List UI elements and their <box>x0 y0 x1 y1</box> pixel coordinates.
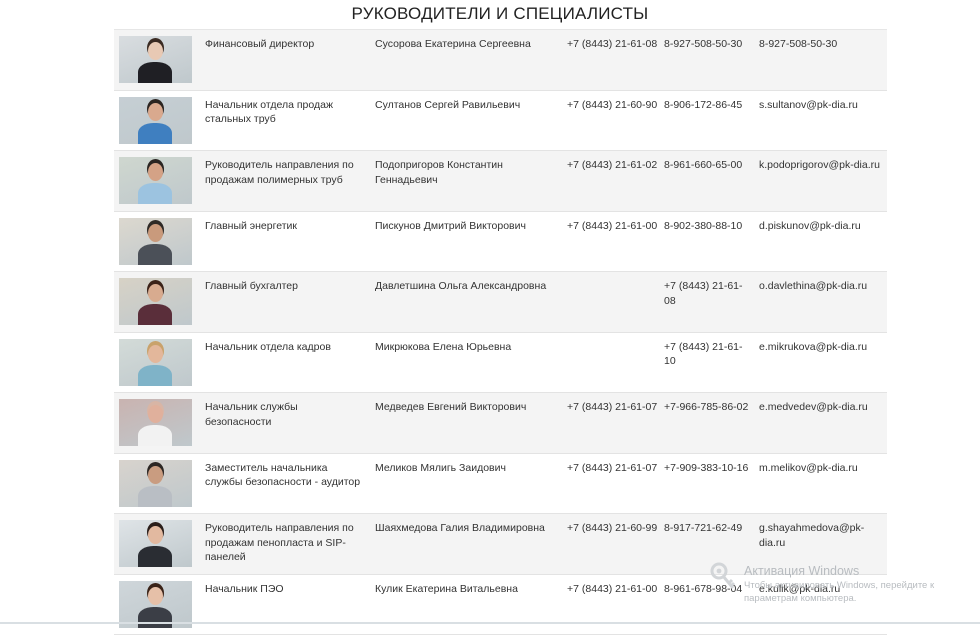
employee-mobile-phone: +7 (8443) 21-61-10 <box>664 340 754 369</box>
employee-photo <box>119 36 192 83</box>
employee-email[interactable]: e.medvedev@pk-dia.ru <box>759 400 884 415</box>
employee-photo <box>119 278 192 325</box>
employee-mobile-phone: 8-906-172-86-45 <box>664 98 754 113</box>
employee-name: Микрюкова Елена Юрьевна <box>375 340 560 355</box>
photo-head-shape <box>148 587 163 605</box>
page-title: РУКОВОДИТЕЛИ И СПЕЦИАЛИСТЫ <box>0 4 980 24</box>
employee-name: Сусорова Екатерина Сергеевна <box>375 37 560 52</box>
employee-office-phone: +7 (8443) 21-61-07 <box>567 400 663 415</box>
staff-row: Главный бухгалтер Давлетшина Ольга Алекс… <box>114 272 887 333</box>
photo-head-shape <box>148 103 163 121</box>
employee-mobile-phone: +7-966-785-86-02 <box>664 400 754 415</box>
photo-torso-shape <box>138 244 172 265</box>
employee-position: Главный бухгалтер <box>205 279 363 294</box>
staff-row: Главный энергетик Пискунов Дмитрий Викто… <box>114 212 887 273</box>
employee-name: Медведев Евгений Викторович <box>375 400 560 415</box>
employee-email[interactable]: e.mikrukova@pk-dia.ru <box>759 340 884 355</box>
employee-email[interactable]: g.shayahmedova@pk-dia.ru <box>759 521 884 550</box>
employee-photo <box>119 399 192 446</box>
photo-torso-shape <box>138 486 172 507</box>
employee-photo <box>119 460 192 507</box>
employee-name: Подопригоров Константин Геннадьевич <box>375 158 560 187</box>
employee-position: Начальник отдела продаж стальных труб <box>205 98 363 127</box>
key-watermark-icon <box>708 560 738 592</box>
employee-email[interactable]: 8-927-508-50-30 <box>759 37 884 52</box>
employee-mobile-phone: 8-961-660-65-00 <box>664 158 754 173</box>
employee-photo <box>119 520 192 567</box>
page-bottom-border <box>0 622 980 624</box>
photo-head-shape <box>148 405 163 423</box>
employee-photo <box>119 339 192 386</box>
watermark-title: Активация Windows <box>744 563 980 579</box>
employee-mobile-phone: 8-917-721-62-49 <box>664 521 754 536</box>
employee-office-phone: +7 (8443) 21-61-07 <box>567 461 663 476</box>
employee-name: Кулик Екатерина Витальевна <box>375 582 560 597</box>
employee-email[interactable]: s.sultanov@pk-dia.ru <box>759 98 884 113</box>
windows-activation-watermark: Активация Windows Чтобы активировать Win… <box>744 563 980 605</box>
staff-row: Финансовый директор Сусорова Екатерина С… <box>114 30 887 91</box>
staff-row: Начальник отдела продаж стальных труб Су… <box>114 91 887 152</box>
employee-photo <box>119 581 192 628</box>
employee-position: Начальник службы безопасности <box>205 400 363 429</box>
photo-head-shape <box>148 42 163 60</box>
staff-row: Начальник службы безопасности Медведев Е… <box>114 393 887 454</box>
employee-position: Заместитель начальника службы безопаснос… <box>205 461 363 490</box>
employee-office-phone: +7 (8443) 21-60-99 <box>567 521 663 536</box>
photo-head-shape <box>148 466 163 484</box>
photo-torso-shape <box>138 304 172 325</box>
employee-email[interactable]: d.piskunov@pk-dia.ru <box>759 219 884 234</box>
employee-mobile-phone: 8-927-508-50-30 <box>664 37 754 52</box>
photo-head-shape <box>148 163 163 181</box>
employee-position: Руководитель направления по продажам пен… <box>205 521 363 565</box>
photo-head-shape <box>148 526 163 544</box>
staff-row: Руководитель направления по продажам пол… <box>114 151 887 212</box>
employee-mobile-phone: +7 (8443) 21-61-08 <box>664 279 754 308</box>
employee-email[interactable]: m.melikov@pk-dia.ru <box>759 461 884 476</box>
photo-head-shape <box>148 224 163 242</box>
employee-office-phone: +7 (8443) 21-61-08 <box>567 37 663 52</box>
employee-name: Меликов Мялигь Заидович <box>375 461 560 476</box>
employee-name: Шаяхмедова Галия Владимировна <box>375 521 560 536</box>
photo-head-shape <box>148 345 163 363</box>
photo-torso-shape <box>138 425 172 446</box>
employee-office-phone: +7 (8443) 21-61-02 <box>567 158 663 173</box>
employee-position: Руководитель направления по продажам пол… <box>205 158 363 187</box>
photo-head-shape <box>148 284 163 302</box>
employee-office-phone: +7 (8443) 21-61-00 <box>567 219 663 234</box>
employee-photo <box>119 157 192 204</box>
employee-position: Главный энергетик <box>205 219 363 234</box>
photo-torso-shape <box>138 546 172 567</box>
employee-name: Давлетшина Ольга Александровна <box>375 279 560 294</box>
staff-row: Начальник отдела кадров Микрюкова Елена … <box>114 333 887 394</box>
watermark-text: Чтобы активировать Windows, перейдите к … <box>744 579 980 605</box>
employee-position: Финансовый директор <box>205 37 363 52</box>
employee-position: Начальник отдела кадров <box>205 340 363 355</box>
staff-table: Финансовый директор Сусорова Екатерина С… <box>114 29 887 635</box>
photo-torso-shape <box>138 365 172 386</box>
employee-position: Начальник ПЭО <box>205 582 363 597</box>
employee-office-phone: +7 (8443) 21-60-90 <box>567 98 663 113</box>
employee-photo <box>119 97 192 144</box>
employee-office-phone: +7 (8443) 21-61-00 <box>567 582 663 597</box>
photo-torso-shape <box>138 607 172 628</box>
photo-torso-shape <box>138 62 172 83</box>
employee-name: Султанов Сергей Равильевич <box>375 98 560 113</box>
employee-email[interactable]: o.davlethina@pk-dia.ru <box>759 279 884 294</box>
employee-mobile-phone: 8-902-380-88-10 <box>664 219 754 234</box>
employee-photo <box>119 218 192 265</box>
employee-mobile-phone: +7-909-383-10-16 <box>664 461 754 476</box>
employee-email[interactable]: k.podoprigorov@pk-dia.ru <box>759 158 884 173</box>
photo-torso-shape <box>138 123 172 144</box>
employee-name: Пискунов Дмитрий Викторович <box>375 219 560 234</box>
photo-torso-shape <box>138 183 172 204</box>
staff-row: Заместитель начальника службы безопаснос… <box>114 454 887 515</box>
